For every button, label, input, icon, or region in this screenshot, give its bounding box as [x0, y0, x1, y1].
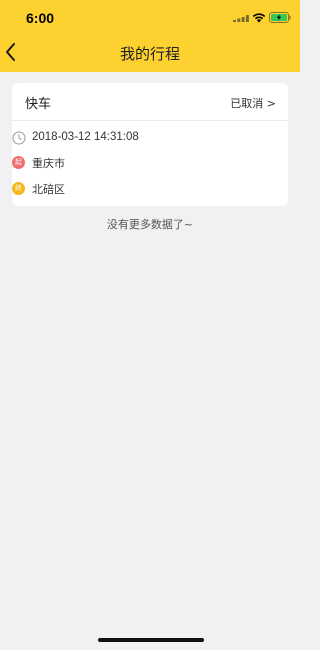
trip-start-location: 重庆市	[32, 157, 65, 170]
status-time: 6:00	[26, 10, 55, 26]
trip-status-link[interactable]: 已取消 >	[230, 95, 276, 111]
trip-type: 快车	[25, 97, 52, 112]
header: 6:00 我的行程	[0, 0, 300, 72]
home-indicator	[98, 638, 204, 642]
wifi-icon	[252, 13, 266, 23]
status-bar: 6:00	[0, 0, 300, 34]
end-point-badge: 终	[12, 182, 25, 195]
cellular-signal-icon	[233, 15, 249, 22]
trip-time: 2018-03-12 14:31:08	[32, 131, 139, 143]
nav-bar: 我的行程	[0, 34, 300, 72]
list-end-message: 没有更多数据了~	[106, 218, 194, 231]
trip-card-header: 快车 已取消 >	[12, 83, 288, 121]
battery-icon	[269, 12, 291, 23]
trip-end-location: 北碚区	[32, 183, 65, 196]
page-title: 我的行程	[119, 45, 180, 63]
start-point-badge: 起	[12, 156, 25, 169]
clock-icon	[12, 131, 26, 145]
